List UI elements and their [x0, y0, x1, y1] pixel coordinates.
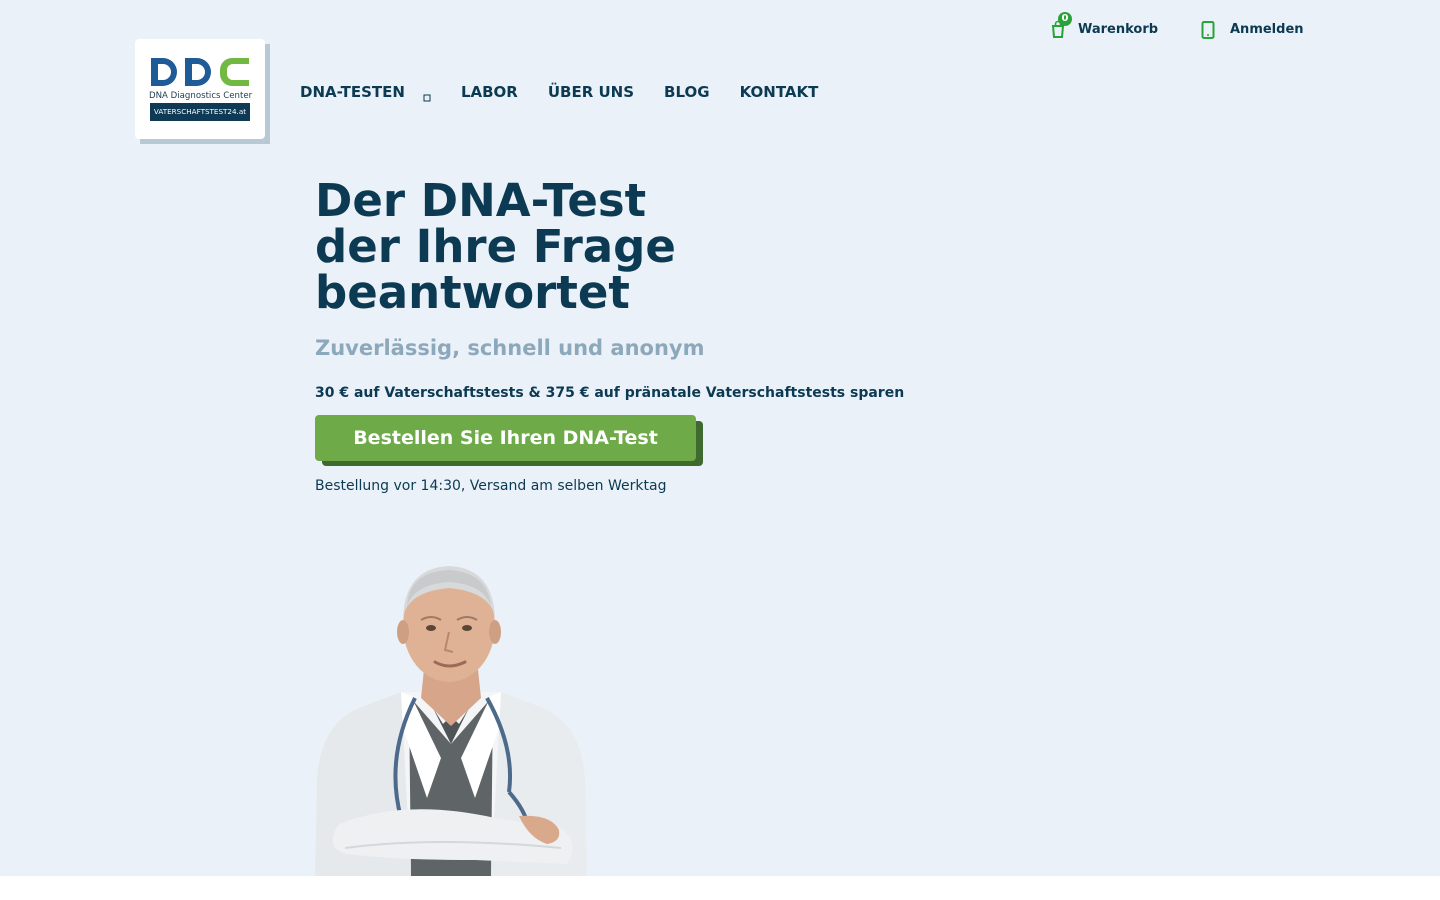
cart-count-badge: 0	[1058, 12, 1072, 26]
logo-subtitle: DNA Diagnostics Center	[149, 91, 253, 101]
user-icon	[1200, 18, 1216, 40]
nav-item-label: BLOG	[664, 83, 710, 101]
shipping-note: Bestellung vor 14:30, Versand am selben …	[315, 478, 667, 494]
site-logo[interactable]: DNA Diagnostics Center VATERSCHAFTSTEST2…	[135, 39, 270, 144]
nav-item-label: ÜBER UNS	[547, 83, 635, 101]
nav-item-ueber-uns[interactable]: ÜBER UNS	[548, 83, 634, 101]
nav-item-label: DNA-TESTEN	[300, 83, 405, 101]
nav-item-blog[interactable]: BLOG	[664, 83, 710, 101]
page: 0 Warenkorb Anmelden DNA Diagnostics Cen…	[0, 0, 1440, 876]
logo-card: DNA Diagnostics Center VATERSCHAFTSTEST2…	[135, 39, 265, 139]
hero-subtitle: Zuverlässig, schnell und anonym	[315, 336, 705, 360]
cta-wrapper: Bestellen Sie Ihren DNA-Test	[315, 415, 704, 466]
order-dna-test-button[interactable]: Bestellen Sie Ihren DNA-Test	[315, 415, 696, 461]
login-link[interactable]: Anmelden	[1200, 14, 1304, 44]
hero-title: Der DNA-Test der Ihre Frage beantwortet	[315, 178, 875, 316]
hero-title-line: der Ihre Frage	[315, 220, 676, 273]
promo-text: 30 € auf Vaterschaftstests & 375 € auf p…	[315, 385, 905, 401]
nav-item-kontakt[interactable]: KONTAKT	[740, 83, 819, 101]
chevron-down-icon	[423, 88, 431, 102]
nav-item-dna-testen[interactable]: DNA-TESTEN	[300, 83, 431, 102]
cart-label: Warenkorb	[1078, 21, 1159, 37]
cart-link[interactable]: 0 Warenkorb	[1050, 12, 1159, 44]
nav-item-labor[interactable]: LABOR	[461, 83, 518, 101]
hero-title-line: Der DNA-Test	[315, 174, 647, 227]
page-bottom-strip	[0, 876, 1440, 900]
cart-icon: 0	[1050, 12, 1072, 40]
nav-item-label: LABOR	[460, 83, 518, 101]
logo-bar-text: VATERSCHAFTSTEST24.at	[150, 103, 250, 121]
nav-item-label: KONTAKT	[739, 83, 819, 101]
doctor-photo	[315, 566, 587, 876]
hero-title-line: beantwortet	[315, 266, 630, 319]
main-nav: DNA-TESTEN LABOR ÜBER UNS BLOG KONTAKT	[300, 80, 848, 104]
login-label: Anmelden	[1230, 21, 1304, 37]
ddc-logo-mark	[151, 58, 249, 86]
